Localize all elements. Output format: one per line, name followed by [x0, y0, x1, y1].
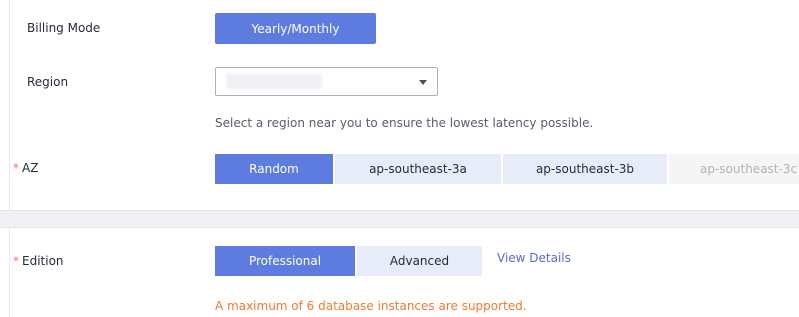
- required-mark: *: [13, 161, 19, 175]
- view-details-link[interactable]: View Details: [497, 251, 571, 265]
- region-select[interactable]: [215, 67, 438, 96]
- edition-option-professional[interactable]: Professional: [215, 246, 355, 276]
- region-hint: Select a region near you to ensure the l…: [215, 116, 594, 130]
- az-label: * AZ: [13, 161, 38, 175]
- required-mark: *: [13, 254, 19, 268]
- az-option-ap-southeast-3c: ap-southeast-3c: [669, 154, 799, 184]
- edition-warning: A maximum of 6 database instances are su…: [215, 299, 527, 313]
- edition-label-text: Edition: [22, 254, 64, 268]
- edition-option-advanced[interactable]: Advanced: [357, 246, 482, 276]
- billing-mode-label: Billing Mode: [27, 21, 101, 35]
- az-option-ap-southeast-3b[interactable]: ap-southeast-3b: [503, 154, 667, 184]
- billing-mode-yearly-monthly-button[interactable]: Yearly/Monthly: [215, 13, 376, 44]
- region-selected-value: [226, 74, 322, 89]
- edition-label: * Edition: [13, 254, 64, 268]
- az-label-text: AZ: [22, 161, 39, 175]
- az-option-ap-southeast-3a[interactable]: ap-southeast-3a: [335, 154, 501, 184]
- section-divider: [0, 210, 799, 228]
- region-label: Region: [27, 75, 69, 89]
- az-option-random[interactable]: Random: [215, 154, 333, 184]
- chevron-down-icon: [419, 80, 427, 85]
